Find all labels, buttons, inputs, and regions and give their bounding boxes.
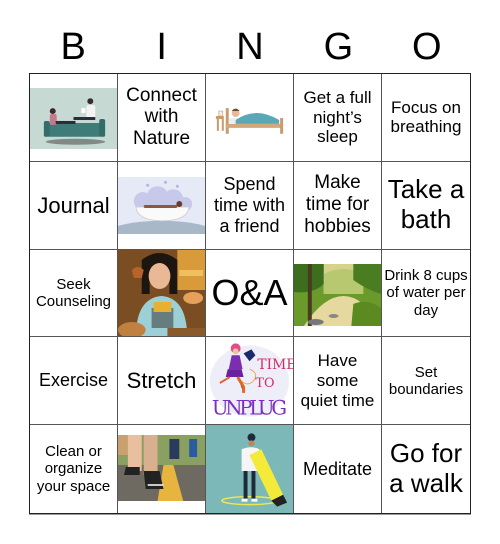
header-letter-b: B [60, 26, 86, 68]
bingo-cell[interactable]: O&A [206, 249, 294, 338]
cell-text: Make time for hobbies [304, 172, 371, 238]
bingo-cell[interactable]: Drink 8 cups of water per day [382, 249, 470, 338]
bingo-cell[interactable]: Spend time with a friend [206, 161, 294, 250]
cell-text: Connect with Nature [126, 84, 197, 150]
free-space-text: O&A [211, 272, 288, 314]
bingo-cell[interactable]: Set boundaries [382, 337, 470, 426]
cell-text: Seek Counseling [35, 275, 112, 310]
cell-text: Spend time with a friend [213, 174, 285, 236]
cell-text: Take a bath [387, 174, 465, 235]
cell-text: Exercise [38, 370, 109, 391]
bingo-cell[interactable] [118, 249, 206, 338]
cell-text: Stretch [126, 368, 197, 394]
unplug-caption-time: TIME [257, 358, 293, 374]
bingo-cell[interactable]: Journal [30, 161, 118, 250]
bingo-cell[interactable]: Stretch [118, 337, 206, 426]
bingo-cell[interactable]: Connect with Nature [118, 74, 206, 162]
bingo-cell[interactable]: Focus on breathing [382, 74, 470, 162]
bingo-cell[interactable] [294, 249, 382, 338]
bingo-cell[interactable] [118, 161, 206, 250]
bingo-cell[interactable] [206, 425, 294, 513]
bingo-cell[interactable] [118, 425, 206, 513]
unplug-caption-unplug: UNPLUG [212, 397, 287, 420]
bingo-cell[interactable]: Go for a walk [382, 425, 470, 513]
bingo-cell[interactable]: Clean or organize your space [30, 425, 118, 513]
bingo-cell[interactable] [206, 74, 294, 162]
person-in-bathtub-image [118, 176, 205, 234]
bingo-cell[interactable]: Make time for hobbies [294, 161, 382, 250]
bingo-cell[interactable]: TIME TO UNPLUG [206, 337, 294, 426]
cell-text: Drink 8 cups of water per day [384, 267, 468, 319]
cell-text: Clean or organize your space [36, 443, 111, 495]
header-letter-i: I [156, 26, 167, 68]
unplug-caption-to: TO [255, 376, 274, 391]
cell-text: Set boundaries [388, 363, 464, 398]
person-with-highlighter-image [206, 425, 293, 513]
bingo-cell[interactable]: Have some quiet time [294, 337, 382, 426]
person-sleeping-in-bed-image [206, 96, 293, 136]
bingo-cell[interactable] [30, 74, 118, 162]
header-letter-g: G [323, 26, 354, 68]
cell-text: Have some quiet time [300, 351, 375, 410]
bingo-cell[interactable]: Seek Counseling [30, 249, 118, 338]
cell-text: Journal [37, 192, 110, 218]
woman-eating-food-photo [118, 249, 205, 337]
time-to-unplug-image: TIME TO UNPLUG [206, 339, 293, 423]
bingo-cell[interactable]: Meditate [294, 425, 382, 513]
bingo-cell[interactable]: Exercise [30, 337, 118, 426]
bingo-card: Connect with Nature Get a full night’s s… [29, 73, 471, 514]
bingo-header: B I N G O [29, 22, 471, 72]
header-letter-n: N [236, 26, 264, 68]
bingo-cell[interactable]: Take a bath [382, 161, 470, 250]
couch-reading-couple-image [30, 88, 117, 149]
cell-text: Focus on breathing [390, 97, 462, 137]
walking-feet-photo [118, 435, 205, 502]
forest-river-landscape-image [294, 263, 381, 326]
cell-text: Meditate [302, 458, 373, 479]
cell-text: Go for a walk [389, 438, 463, 499]
header-letter-o: O [412, 26, 442, 68]
bingo-cell[interactable]: Get a full night’s sleep [294, 74, 382, 162]
cell-text: Get a full night’s sleep [303, 88, 372, 147]
